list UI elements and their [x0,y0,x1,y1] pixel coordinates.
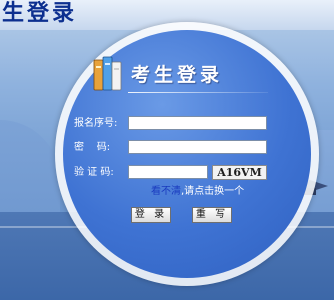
login-page: 生登录 考生登录 报名序号: 密 码: 验 证 码: A16VM 看不清,请点击… [0,0,334,300]
captcha-refresh-hint: 看不清,请点击换一个 [151,185,244,198]
page-corner-title: 生登录 [2,0,78,26]
title-divider [128,92,268,93]
captcha-refresh-link[interactable]: 看不清 [151,186,181,197]
reset-button[interactable]: 重 写 [192,207,232,223]
captcha-refresh-text: ,请点击换一个 [181,186,245,197]
login-title: 考生登录 [131,64,224,86]
book-stack-icon [93,56,122,91]
captcha-input[interactable] [128,165,208,179]
password-label: 密 码: [74,142,111,153]
registration-label: 报名序号: [74,118,118,129]
login-button[interactable]: 登 录 [131,207,171,223]
captcha-label: 验 证 码: [74,167,114,178]
captcha-image[interactable]: A16VM [212,165,267,180]
password-input[interactable] [128,140,267,154]
registration-number-input[interactable] [128,116,267,130]
